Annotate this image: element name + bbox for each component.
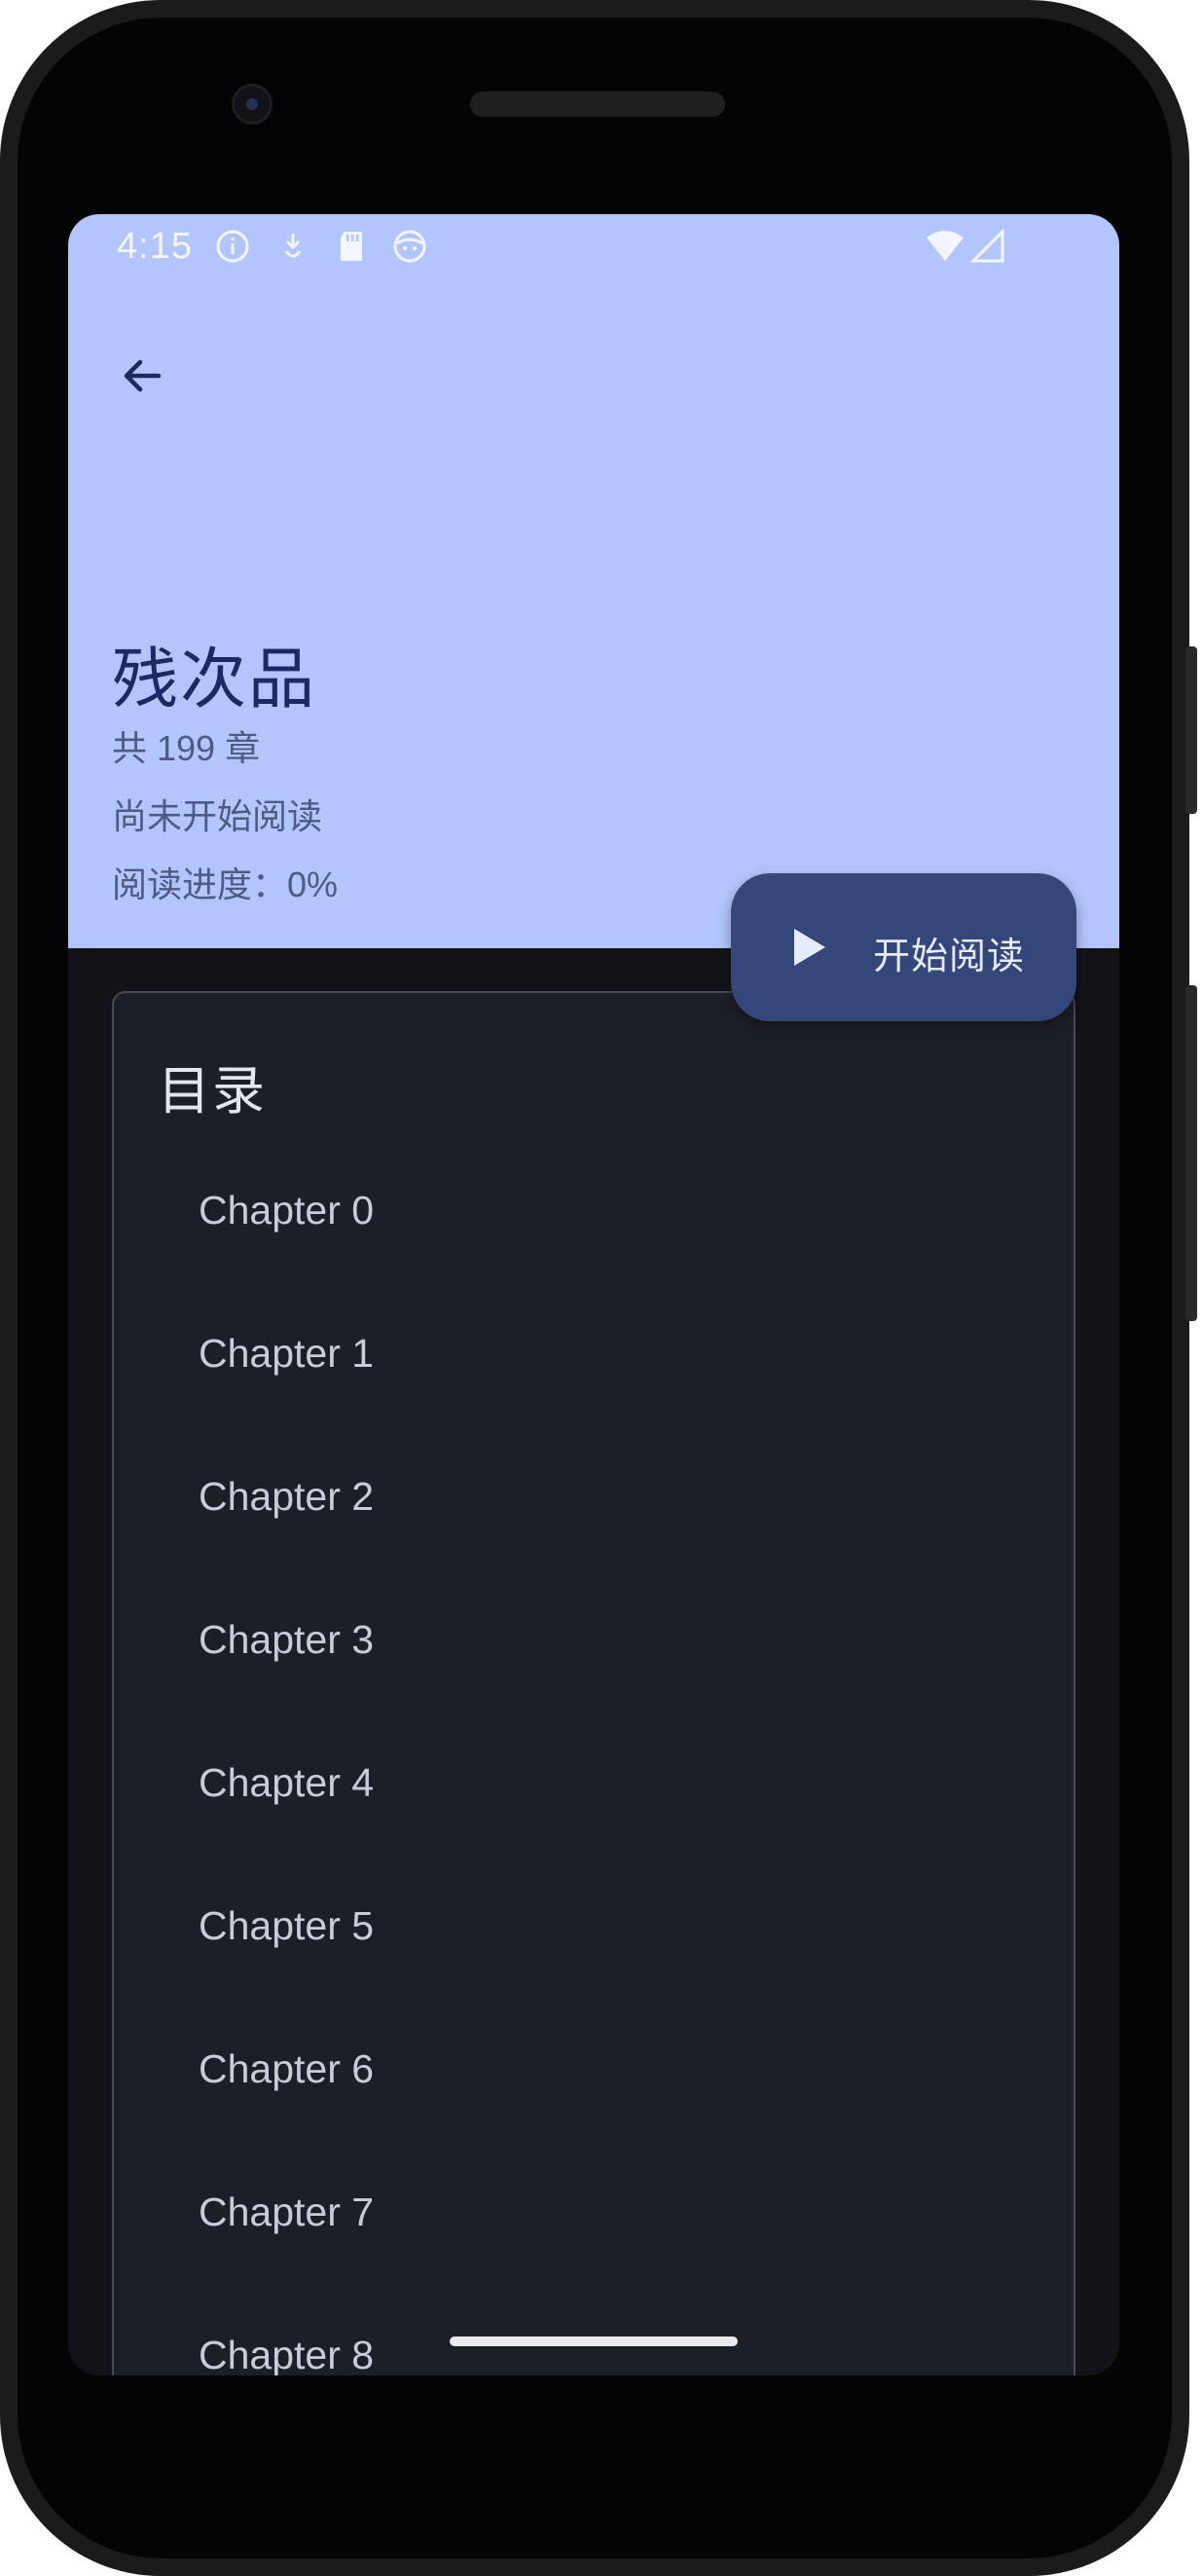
- chapter-item[interactable]: Chapter 4: [114, 1711, 1074, 1855]
- power-button: [1185, 646, 1197, 814]
- back-button[interactable]: [95, 329, 189, 423]
- start-reading-label: 开始阅读: [873, 937, 1026, 977]
- chapter-item[interactable]: Chapter 1: [114, 1282, 1074, 1425]
- play-icon: [794, 929, 825, 966]
- chapter-item[interactable]: Chapter 5: [114, 1855, 1074, 1998]
- chapter-item[interactable]: Chapter 0: [114, 1139, 1074, 1282]
- reading-status: 尚未开始阅读: [112, 796, 323, 836]
- chapter-item[interactable]: Chapter 7: [114, 2141, 1074, 2284]
- table-of-contents: 目录 Chapter 0 Chapter 1 Chapter 2 Chapter…: [112, 991, 1075, 2375]
- wifi-icon: [927, 231, 964, 261]
- signal-icon: [969, 228, 1004, 263]
- chapter-label: Chapter 3: [199, 1617, 375, 1662]
- chapter-label: Chapter 4: [199, 1760, 375, 1805]
- chapter-count: 共 199 章: [112, 728, 261, 768]
- chapter-list: Chapter 0 Chapter 1 Chapter 2 Chapter 3 …: [114, 1139, 1074, 2375]
- info-icon: [216, 230, 249, 263]
- book-header: 4:15 残次品 共 199 章 尚未开始阅读 阅读进度：0%: [68, 214, 1119, 948]
- app-screen: 4:15 残次品 共 199 章 尚未开始阅读 阅读进度：0% 开始阅读 目录 …: [68, 214, 1119, 2375]
- chapter-label: Chapter 5: [199, 1903, 375, 1948]
- status-bar: 4:15: [68, 214, 1119, 282]
- arrow-left-icon: [124, 359, 162, 392]
- chapter-item[interactable]: Chapter 8: [114, 2284, 1074, 2375]
- face-icon: [393, 230, 426, 263]
- status-time: 4:15: [117, 226, 193, 267]
- earpiece-speaker: [470, 92, 725, 117]
- front-camera: [232, 84, 273, 125]
- chapter-item[interactable]: Chapter 3: [114, 1568, 1074, 1711]
- chapter-label: Chapter 7: [199, 2190, 375, 2234]
- download-icon: [284, 234, 302, 258]
- chapter-label: Chapter 1: [199, 1331, 375, 1376]
- toc-title: 目录: [158, 1062, 267, 1121]
- chapter-label: Chapter 2: [199, 1474, 375, 1519]
- chapter-label: Chapter 8: [199, 2333, 375, 2375]
- reading-progress: 阅读进度：0%: [112, 865, 339, 904]
- sd-card-icon: [341, 232, 362, 261]
- home-indicator[interactable]: [450, 2337, 738, 2346]
- start-reading-button[interactable]: 开始阅读: [731, 873, 1076, 1021]
- chapter-item[interactable]: Chapter 2: [114, 1425, 1074, 1568]
- chapter-label: Chapter 0: [199, 1188, 375, 1233]
- chapter-label: Chapter 6: [199, 2046, 375, 2091]
- chapter-item[interactable]: Chapter 6: [114, 1998, 1074, 2141]
- book-title: 残次品: [112, 643, 317, 717]
- volume-button: [1185, 985, 1197, 1321]
